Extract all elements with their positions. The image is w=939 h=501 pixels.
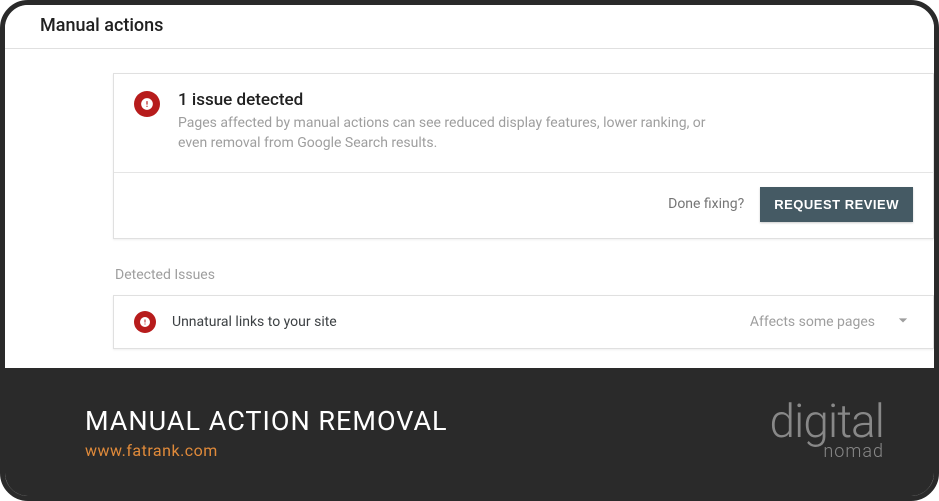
card-body: 1 issue detected Pages affected by manua… bbox=[114, 74, 933, 172]
card-footer: Done fixing? REQUEST REVIEW bbox=[114, 172, 933, 238]
brand-logo: digital nomad bbox=[769, 402, 884, 462]
request-review-button[interactable]: REQUEST REVIEW bbox=[760, 187, 913, 222]
screenshot-area: Manual actions 1 issue detected Pages af… bbox=[5, 5, 934, 368]
issue-scope: Affects some pages bbox=[750, 314, 875, 330]
issue-description: Pages affected by manual actions can see… bbox=[178, 113, 738, 154]
content-area: 1 issue detected Pages affected by manua… bbox=[5, 49, 934, 349]
detected-issues-heading: Detected Issues bbox=[115, 267, 934, 283]
header-bar: Manual actions bbox=[5, 5, 934, 49]
issue-row[interactable]: Unnatural links to your site Affects som… bbox=[113, 295, 934, 349]
app-frame: Manual actions 1 issue detected Pages af… bbox=[0, 0, 939, 501]
banner-text: MANUAL ACTION REMOVAL www.fatrank.com bbox=[85, 405, 448, 460]
card-text: 1 issue detected Pages affected by manua… bbox=[178, 90, 738, 154]
alert-icon bbox=[134, 91, 160, 117]
issue-name: Unnatural links to your site bbox=[172, 314, 750, 330]
page-title: Manual actions bbox=[40, 15, 916, 36]
logo-main-text: digital bbox=[769, 402, 884, 443]
banner: MANUAL ACTION REMOVAL www.fatrank.com di… bbox=[5, 368, 934, 496]
issue-count-title: 1 issue detected bbox=[178, 90, 738, 110]
chevron-down-icon[interactable] bbox=[893, 310, 913, 334]
done-fixing-label: Done fixing? bbox=[668, 196, 744, 212]
banner-title: MANUAL ACTION REMOVAL bbox=[85, 405, 448, 437]
alert-icon bbox=[134, 311, 156, 333]
banner-url: www.fatrank.com bbox=[85, 441, 448, 460]
issue-alert-card: 1 issue detected Pages affected by manua… bbox=[113, 73, 934, 239]
